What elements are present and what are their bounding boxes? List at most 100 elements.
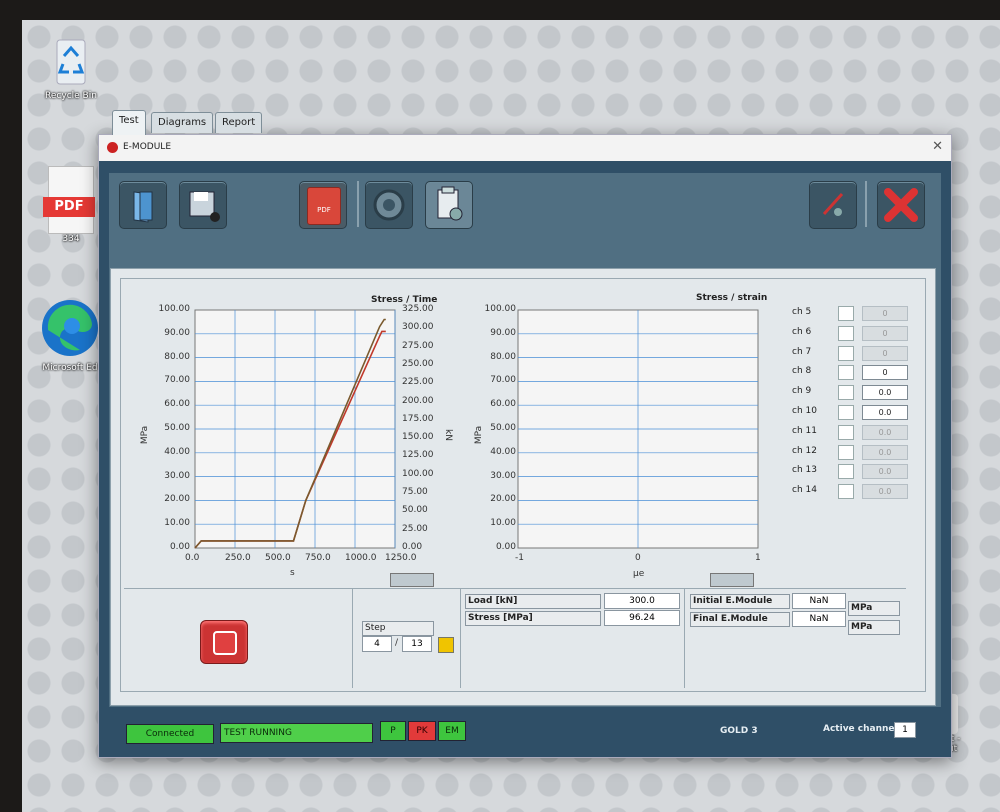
step-separator: /	[395, 638, 399, 648]
channel-value: 0	[862, 365, 908, 381]
title-bar: E-MODULE ✕	[99, 135, 951, 161]
recycle-bin-icon	[56, 39, 86, 85]
stress-time-y-right-tick: 75.00	[402, 487, 428, 498]
tools-icon	[822, 192, 844, 216]
load-label: Load [kN]	[465, 594, 601, 609]
open-folder-button[interactable]	[119, 181, 167, 229]
final-emodule-label: Final E.Module	[690, 612, 790, 627]
stress-time-y-right-tick: 250.00	[402, 358, 434, 369]
stress-strain-y-tick: 80.00	[490, 351, 516, 362]
channel-plot-toggle[interactable]	[838, 325, 854, 341]
load-value: 300.0	[604, 593, 680, 609]
stress-time-y-right-tick: 50.00	[402, 505, 428, 516]
stress-time-chart: Stress / Time 100.00 90.00 80.00 70.00 60.00…	[120, 280, 460, 590]
stress-time-y-left-tick: 0.00	[169, 542, 190, 552]
step-current: 4	[362, 636, 392, 652]
channel-value: 0.0	[862, 385, 908, 401]
step-indicator	[438, 637, 454, 653]
open-folder-icon	[133, 191, 153, 223]
stress-time-y-right-tick: 0.00	[402, 542, 423, 552]
stress-time-y-right-tick: 225.00	[402, 377, 434, 388]
stress-strain-x-tick: 1	[755, 553, 761, 563]
tab-test[interactable]: Test	[112, 110, 146, 135]
stress-time-y-right-tick: 25.00	[402, 523, 428, 534]
desktop-icon-edge[interactable]: Microsoft Ed	[34, 296, 106, 373]
stress-time-x-tick: 250.0	[225, 553, 251, 563]
stress-time-y-left-tick: 20.00	[164, 494, 190, 505]
stress-strain-y-tick: 30.00	[490, 470, 516, 481]
channel-plot-toggle[interactable]	[838, 365, 854, 381]
stress-strain-chart: Stress / strain 100.00 90.00 80.00 70.00 60.…	[466, 280, 776, 590]
stress-strain-y-tick: 90.00	[490, 327, 516, 338]
desktop-icon-pdf[interactable]: PDF 334	[38, 166, 104, 244]
channel-plot-toggle[interactable]	[838, 385, 854, 401]
channel-plot-toggle[interactable]	[838, 345, 854, 361]
save-button[interactable]	[179, 181, 227, 229]
stress-time-y-right-tick: 125.00	[402, 450, 434, 461]
channel-label: ch 9	[792, 386, 812, 397]
tab-diagrams[interactable]: Diagrams	[151, 112, 214, 133]
step-label: Step	[362, 621, 434, 636]
stress-strain-x-tick: -1	[515, 553, 524, 563]
channel-label: ch 14	[792, 485, 817, 496]
stress-strain-y-tick: 100.00	[484, 304, 517, 314]
close-icon[interactable]: ✕	[932, 139, 943, 154]
stress-strain-y-tick: 0.00	[495, 542, 516, 552]
channel-list: ch 5 0 ch 6 0 ch 7 0 ch 8 0 ch 9 0.0 ch 10 0.0 ch 11…	[786, 306, 916, 506]
divider-3	[684, 588, 685, 688]
initial-emodule-value: NaN	[792, 593, 846, 609]
channel-label: ch 13	[792, 465, 817, 476]
stress-strain-y-tick: 60.00	[490, 399, 516, 410]
window-title: E-MODULE	[123, 142, 172, 152]
stress-time-x-tick: 750.0	[305, 553, 331, 563]
stress-strain-ylabel: MPa	[474, 425, 485, 445]
desktop-icon-recycle-bin[interactable]: Recycle Bin	[38, 32, 104, 101]
stress-time-x-tick: 1000.0	[345, 553, 377, 563]
stress-strain-zoom-tools[interactable]	[710, 573, 754, 587]
stress-time-y-left-tick: 30.00	[164, 470, 190, 481]
tools-button[interactable]	[809, 181, 857, 229]
channel-value: 0	[862, 325, 908, 341]
stress-time-y-right-tick: 150.00	[402, 432, 434, 443]
connected-indicator: Connected	[126, 724, 214, 744]
stress-time-y-left-tick: 100.00	[158, 304, 191, 314]
test-state-indicator: TEST RUNNING	[220, 723, 373, 743]
stress-time-zoom-tools[interactable]	[390, 573, 434, 587]
exit-icon	[884, 188, 918, 222]
exit-button[interactable]	[877, 181, 925, 229]
stress-strain-y-tick: 50.00	[490, 423, 516, 433]
stress-time-x-tick: 500.0	[265, 553, 291, 563]
clipboard-settings-icon	[437, 186, 463, 221]
channel-plot-toggle[interactable]	[838, 444, 854, 460]
stress-time-y-right-tick: 300.00	[402, 322, 434, 333]
stress-time-y-right-tick: 200.00	[402, 395, 434, 406]
stress-time-y-left-tick: 90.00	[164, 327, 190, 338]
channel-plot-toggle[interactable]	[838, 464, 854, 480]
channel-plot-toggle[interactable]	[838, 405, 854, 420]
settings-button[interactable]	[365, 181, 413, 229]
stress-time-y-right-tick: 325.00	[402, 304, 434, 314]
stress-time-ylabel-right: kN	[442, 429, 453, 441]
channel-value: 0.0	[862, 424, 908, 440]
initial-emodule-label: Initial E.Module	[690, 594, 790, 609]
channel-plot-toggle[interactable]	[838, 424, 854, 440]
pdf-file-label: 334	[62, 234, 80, 244]
pdf-export-badge: PDF	[317, 206, 331, 214]
clipboard-settings-button[interactable]	[425, 181, 473, 229]
channel-value: 0.0	[862, 464, 908, 480]
initial-emodule-unit: MPa	[848, 601, 900, 616]
edge-icon	[42, 300, 98, 356]
machine-name: GOLD 3	[720, 726, 758, 736]
stress-strain-x-tick: 0	[635, 553, 641, 563]
channel-plot-toggle[interactable]	[838, 484, 854, 500]
stop-test-button[interactable]	[200, 620, 248, 664]
edge-label: Microsoft Ed	[42, 363, 98, 373]
pdf-export-button[interactable]: PDF	[299, 181, 347, 229]
stress-label: Stress [MPa]	[465, 611, 601, 626]
channel-label: ch 10	[792, 406, 817, 416]
channel-plot-toggle[interactable]	[838, 306, 854, 321]
tab-report[interactable]: Report	[215, 112, 263, 133]
settings-gear-icon	[373, 189, 405, 221]
active-channel-input[interactable]: 1	[894, 722, 916, 738]
final-emodule-unit: MPa	[848, 620, 900, 635]
